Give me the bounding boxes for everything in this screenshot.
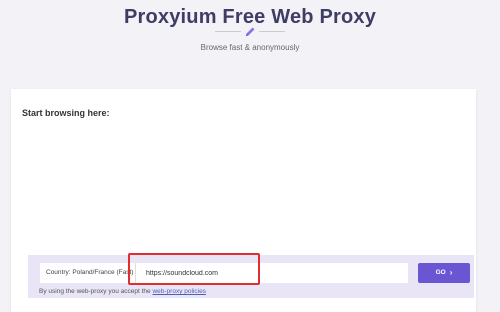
proxy-page: Proxyium Free Web Proxy Browse fast & an… bbox=[0, 0, 500, 312]
terms-prefix: By using the web-proxy you accept the bbox=[39, 288, 151, 295]
country-select[interactable]: Country: Poland/France (Fast) bbox=[40, 263, 136, 283]
page-subtitle: Browse fast & anonymously bbox=[200, 43, 300, 52]
url-highlight-box bbox=[128, 253, 260, 285]
divider-line-left bbox=[215, 31, 241, 32]
chevron-right-icon: › bbox=[449, 268, 453, 277]
divider-line-right bbox=[259, 31, 285, 32]
title-divider bbox=[215, 25, 285, 39]
terms-text: By using the web-proxy you accept the we… bbox=[39, 288, 206, 295]
browse-heading: Start browsing here: bbox=[22, 108, 110, 118]
go-button-label: GO bbox=[435, 269, 446, 276]
go-button[interactable]: GO › bbox=[418, 263, 470, 283]
policies-link[interactable]: web-proxy policies bbox=[152, 288, 205, 295]
pencil-icon bbox=[245, 27, 255, 37]
